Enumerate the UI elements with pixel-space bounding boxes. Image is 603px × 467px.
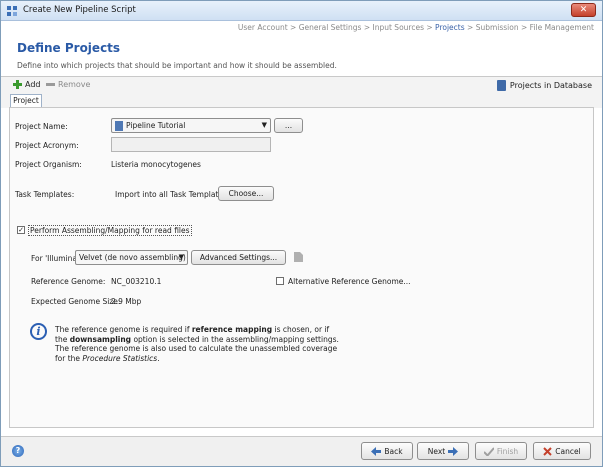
minus-icon <box>46 83 55 86</box>
title-bar: Create New Pipeline Script ✕ <box>1 1 602 21</box>
breadcrumb-item-projects: Projects <box>435 23 465 32</box>
info-icon: i <box>30 323 47 340</box>
breadcrumb-item-user-account: User Account <box>237 23 288 32</box>
project-panel <box>9 107 594 428</box>
chevron-down-icon: ▼ <box>261 121 267 129</box>
back-button[interactable]: Back <box>361 442 413 460</box>
task-templates-label: Task Templates: <box>15 190 75 199</box>
info-emphasis-procedure-statistics: Procedure Statistics <box>82 353 158 363</box>
breadcrumb-separator: > <box>423 23 436 32</box>
next-label: Next <box>427 446 446 456</box>
alternative-reference-label: Alternative Reference Genome... <box>288 277 411 286</box>
task-templates-text: Import into all Task Templates <box>115 190 227 199</box>
footer: ? Back Next Finish Cancel <box>1 436 602 466</box>
expected-genome-size-label: Expected Genome Size: <box>31 297 121 306</box>
breadcrumb-item-submission: Submission <box>475 23 519 32</box>
info-text-part: the <box>55 334 70 344</box>
info-text-part: option is selected in the assembling/map… <box>131 334 339 344</box>
close-icon <box>543 446 552 456</box>
wizard-window: Create New Pipeline Script ✕ User Accoun… <box>0 0 603 467</box>
toolbar: Add Remove Projects in Database <box>1 77 602 93</box>
breadcrumb-separator: > <box>287 23 299 32</box>
project-name-label: Project Name: <box>15 122 68 131</box>
app-icon <box>7 6 17 16</box>
document-icon <box>294 252 303 262</box>
perform-assembling-checkbox[interactable]: ✓ <box>17 226 25 234</box>
info-text-part: The reference genome is also used to cal… <box>55 344 338 353</box>
chevron-down-icon: ▼ <box>178 253 184 261</box>
arrow-left-icon <box>371 446 382 456</box>
add-button[interactable]: Add <box>13 80 41 89</box>
database-icon <box>496 80 506 91</box>
cancel-button[interactable]: Cancel <box>533 442 591 460</box>
page-title: Define Projects <box>17 41 121 55</box>
remove-button[interactable]: Remove <box>46 80 90 89</box>
add-label: Add <box>25 80 41 89</box>
finish-label: Finish <box>496 446 519 456</box>
pipeline-icon <box>115 121 123 131</box>
info-text-part: The reference genome is required if <box>55 325 192 334</box>
projects-in-database-button[interactable]: Projects in Database <box>496 80 592 91</box>
finish-button[interactable]: Finish <box>475 442 527 460</box>
breadcrumb-separator: > <box>518 23 530 32</box>
breadcrumb-separator: > <box>464 23 476 32</box>
project-name-browse-button[interactable]: ... <box>274 118 303 133</box>
window-title: Create New Pipeline Script <box>23 5 136 15</box>
plus-icon <box>13 80 22 89</box>
perform-assembling-label: Perform Assembling/Mapping for read file… <box>28 225 192 236</box>
cancel-label: Cancel <box>555 446 581 456</box>
project-organism-value: Listeria monocytogenes <box>111 160 201 169</box>
arrow-right-icon <box>448 446 459 456</box>
breadcrumb-item-file-management: File Management <box>529 23 594 32</box>
advanced-settings-button[interactable]: Advanced Settings... <box>191 250 286 265</box>
alternative-reference-checkbox[interactable] <box>276 277 284 285</box>
reference-genome-info-text: The reference genome is required if refe… <box>55 325 355 363</box>
page-header: Define Projects Define into which projec… <box>1 33 602 77</box>
expected-genome-size-value: 2.9 Mbp <box>111 297 142 306</box>
assembler-value: Velvet (de novo assembling) <box>79 253 186 262</box>
breadcrumb: User Account > General Settings > Input … <box>238 23 594 32</box>
assembler-select[interactable]: Velvet (de novo assembling) ▼ <box>75 250 188 265</box>
tab-bar: Project <box>1 93 602 108</box>
info-emphasis-downsampling: downsampling <box>69 334 132 344</box>
breadcrumb-item-input-sources: Input Sources <box>372 23 424 32</box>
breadcrumb-separator: > <box>361 23 373 32</box>
info-text-part: is chosen, or if <box>272 325 330 334</box>
breadcrumb-item-general-settings: General Settings <box>298 23 362 32</box>
close-button[interactable]: ✕ <box>571 3 596 17</box>
tab-project[interactable]: Project <box>10 94 42 108</box>
project-acronym-input[interactable] <box>111 137 271 152</box>
back-label: Back <box>384 446 403 456</box>
info-text-part: for the <box>55 353 83 363</box>
project-acronym-label: Project Acronym: <box>15 141 79 150</box>
reference-genome-label: Reference Genome: <box>31 277 106 286</box>
checkmark-icon <box>483 446 494 456</box>
help-icon[interactable]: ? <box>12 445 24 457</box>
next-button[interactable]: Next <box>417 442 469 460</box>
project-organism-label: Project Organism: <box>15 160 82 169</box>
project-name-value: Pipeline Tutorial <box>126 121 186 130</box>
info-text-part: . <box>157 353 160 363</box>
reference-genome-value: NC_003210.1 <box>111 277 162 286</box>
info-emphasis-reference-mapping: reference mapping <box>191 325 273 334</box>
projects-in-database-label: Projects in Database <box>509 81 592 90</box>
remove-label: Remove <box>58 80 91 89</box>
page-description: Define into which projects that should b… <box>17 61 337 70</box>
choose-button[interactable]: Choose... <box>218 186 274 201</box>
project-name-select[interactable]: Pipeline Tutorial ▼ <box>111 118 271 133</box>
